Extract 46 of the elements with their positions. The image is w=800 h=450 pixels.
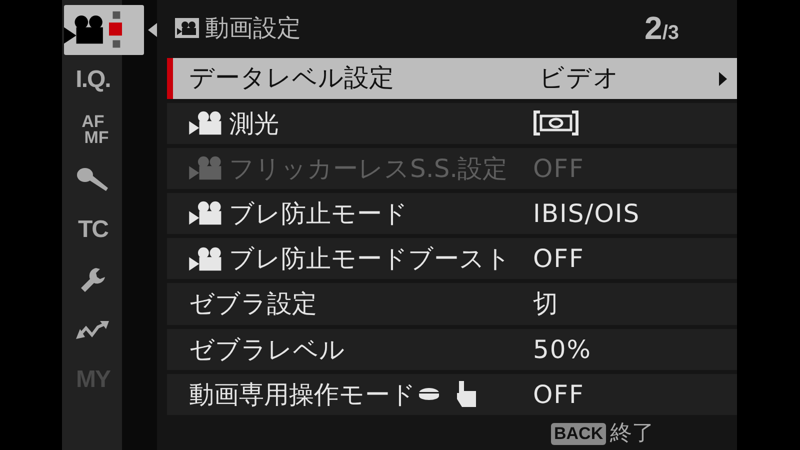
metering-icon [533, 110, 579, 136]
wrench-icon [79, 266, 107, 294]
touch-hand-icon [456, 381, 478, 408]
menu-label: データレベル設定 [189, 62, 394, 94]
menu-row[interactable]: 動画専用操作モード OFF [167, 374, 737, 416]
setting-value: OFF [533, 378, 584, 411]
setting-value: IBIS/OIS [533, 198, 640, 230]
menu-tab[interactable]: TC [64, 205, 144, 255]
setting-value: OFF [533, 152, 584, 185]
menu-label: フリッカーレスS.S.設定 [229, 152, 508, 185]
movie-camera-icon [189, 111, 223, 136]
menu-row[interactable]: 測光 [167, 102, 737, 144]
exit-label: 終了 [610, 420, 654, 448]
menu-label: ブレ防止モードブースト [229, 243, 511, 276]
page-number: 2 [644, 8, 662, 48]
page-position-icon [108, 10, 122, 50]
movie-camera-icon [64, 14, 105, 46]
menu-tab[interactable]: AF MF [64, 105, 144, 155]
setting-value: 切 [533, 288, 559, 320]
menu-tab[interactable] [64, 5, 144, 55]
page-total: /3 [662, 20, 679, 46]
menu-label: 測光 [229, 108, 279, 140]
menu-label: ゼブラレベル [189, 334, 345, 366]
microphone-icon [76, 167, 110, 193]
setting-value: OFF [533, 243, 584, 276]
zigzag-arrow-icon [76, 319, 110, 341]
movie-camera-icon [189, 246, 223, 272]
setting-value: 50% [533, 334, 592, 366]
movie-menu-icon [175, 18, 199, 38]
menu-row[interactable]: データレベル設定 ビデオ [167, 58, 737, 99]
setting-value: ビデオ [539, 62, 620, 94]
menu-row[interactable]: ゼブラレベル 50% [167, 328, 737, 370]
menu-row[interactable]: ブレ防止モードブースト OFF [167, 238, 737, 280]
dial-icon [418, 387, 440, 402]
menu-row[interactable]: ゼブラ設定 切 [167, 283, 737, 325]
menu-label: 動画専用操作モード [189, 378, 416, 411]
back-key-label: BACK [551, 422, 606, 445]
movie-camera-icon [189, 201, 223, 226]
movie-camera-icon [189, 156, 223, 181]
selection-bar [167, 58, 173, 99]
submenu-arrow-icon [719, 72, 727, 86]
menu-label: ブレ防止モード [229, 198, 408, 230]
menu-title: 動画設定 [205, 12, 301, 44]
menu-tab[interactable]: I.Q. [64, 55, 144, 105]
menu-label: ゼブラ設定 [189, 288, 317, 320]
menu-row[interactable]: ブレ防止モード IBIS/OIS [167, 193, 737, 234]
